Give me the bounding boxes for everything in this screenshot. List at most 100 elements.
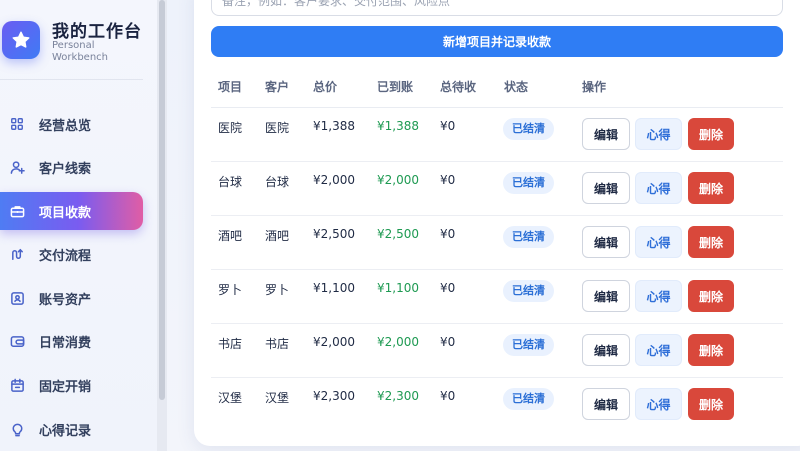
brand-subtitle: Personal Workbench — [52, 40, 108, 63]
add-project-button[interactable]: 新增项目并记录收款 — [211, 26, 783, 57]
table-header: 项目 客户 总价 已到账 总待收 状态 操作 — [211, 78, 783, 98]
client-name: 罗卜 — [265, 283, 290, 297]
sidebar-item-delivery[interactable]: 交付流程 — [0, 235, 143, 273]
total-price: ¥2,000 — [313, 173, 355, 187]
column-header-actions: 操作 — [582, 80, 607, 94]
total-price: ¥2,300 — [313, 389, 355, 403]
table-row: 酒吧 酒吧 ¥2,500 ¥2,500 ¥0 已结清 编辑 心得 删除 — [211, 216, 783, 270]
project-name: 罗卜 — [218, 283, 243, 297]
pending-amount: ¥0 — [440, 389, 456, 403]
received-amount: ¥2,300 — [377, 389, 419, 403]
calendar-icon — [1, 378, 33, 393]
sidebar-item-notes[interactable]: 心得记录 — [0, 410, 143, 448]
status-badge: 已结清 — [503, 280, 554, 302]
sidebar-item-label: 经营总览 — [39, 118, 92, 134]
sidebar-item-label: 交付流程 — [39, 248, 92, 264]
project-name: 医院 — [218, 121, 243, 135]
column-header-pending: 总待收 — [440, 80, 477, 94]
status-badge: 已结清 — [503, 226, 554, 248]
pending-amount: ¥0 — [440, 227, 456, 241]
edit-button[interactable]: 编辑 — [582, 388, 630, 420]
column-header-client: 客户 — [265, 80, 290, 94]
table-row: 台球 台球 ¥2,000 ¥2,000 ¥0 已结清 编辑 心得 删除 — [211, 162, 783, 216]
note-input[interactable] — [211, 0, 783, 16]
notes-button[interactable]: 心得 — [635, 388, 682, 420]
table-row: 汉堡 汉堡 ¥2,300 ¥2,300 ¥0 已结清 编辑 心得 删除 — [211, 378, 783, 432]
table-row: 书店 书店 ¥2,000 ¥2,000 ¥0 已结清 编辑 心得 删除 — [211, 324, 783, 378]
wallet-icon — [1, 334, 33, 349]
project-name: 书店 — [218, 337, 243, 351]
star-logo-icon — [2, 21, 40, 59]
delete-button[interactable]: 删除 — [688, 334, 734, 366]
total-price: ¥2,500 — [313, 227, 355, 241]
project-name: 台球 — [218, 175, 243, 189]
sidebar-item-label: 项目收款 — [39, 205, 92, 221]
notes-button[interactable]: 心得 — [635, 118, 682, 150]
pending-amount: ¥0 — [440, 281, 456, 295]
client-name: 医院 — [265, 121, 290, 135]
edit-button[interactable]: 编辑 — [582, 280, 630, 312]
sidebar-item-label: 账号资产 — [39, 292, 92, 308]
client-name: 汉堡 — [265, 391, 290, 405]
sidebar-item-fixed-costs[interactable]: 固定开销 — [0, 366, 143, 404]
pending-amount: ¥0 — [440, 335, 456, 349]
divider — [0, 79, 143, 80]
column-header-received: 已到账 — [377, 80, 414, 94]
user-plus-icon — [1, 160, 33, 175]
brand: 我的工作台 Personal Workbench — [0, 15, 157, 65]
received-amount: ¥2,500 — [377, 227, 419, 241]
scrollbar-thumb[interactable] — [159, 0, 165, 400]
briefcase-icon — [1, 204, 33, 219]
sidebar-scrollbar[interactable] — [157, 0, 167, 451]
edit-button[interactable]: 编辑 — [582, 334, 630, 366]
delete-button[interactable]: 删除 — [688, 280, 734, 312]
notes-button[interactable]: 心得 — [635, 226, 682, 258]
notes-button[interactable]: 心得 — [635, 172, 682, 204]
received-amount: ¥1,388 — [377, 119, 419, 133]
lightbulb-icon — [1, 422, 33, 437]
total-price: ¥1,100 — [313, 281, 355, 295]
table-row: 罗卜 罗卜 ¥1,100 ¥1,100 ¥0 已结清 编辑 心得 删除 — [211, 270, 783, 324]
sidebar-item-daily-spending[interactable]: 日常消费 — [0, 322, 143, 360]
status-badge: 已结清 — [503, 172, 554, 194]
column-header-project: 项目 — [218, 80, 243, 94]
sidebar-item-label: 客户线索 — [39, 161, 92, 177]
client-name: 书店 — [265, 337, 290, 351]
edit-button[interactable]: 编辑 — [582, 226, 630, 258]
sidebar-item-leads[interactable]: 客户线索 — [0, 148, 143, 186]
pending-amount: ¥0 — [440, 119, 456, 133]
id-card-icon — [1, 291, 33, 306]
column-header-total: 总价 — [313, 80, 338, 94]
pending-amount: ¥0 — [440, 173, 456, 187]
total-price: ¥2,000 — [313, 335, 355, 349]
sidebar-item-label: 日常消费 — [39, 335, 92, 351]
received-amount: ¥1,100 — [377, 281, 419, 295]
received-amount: ¥2,000 — [377, 335, 419, 349]
status-badge: 已结清 — [503, 388, 554, 410]
notes-button[interactable]: 心得 — [635, 280, 682, 312]
column-header-status: 状态 — [504, 80, 529, 94]
sidebar-item-label: 固定开销 — [39, 379, 92, 395]
project-name: 酒吧 — [218, 229, 243, 243]
delete-button[interactable]: 删除 — [688, 172, 734, 204]
status-badge: 已结清 — [503, 118, 554, 140]
status-badge: 已结清 — [503, 334, 554, 356]
edit-button[interactable]: 编辑 — [582, 118, 630, 150]
delete-button[interactable]: 删除 — [688, 226, 734, 258]
sidebar-item-overview[interactable]: 经营总览 — [0, 105, 143, 143]
project-name: 汉堡 — [218, 391, 243, 405]
client-name: 台球 — [265, 175, 290, 189]
sidebar-item-projects[interactable]: 项目收款 — [0, 192, 143, 230]
sidebar: 我的工作台 Personal Workbench 经营总览 客户线索 项目收款 — [0, 0, 157, 451]
table-row: 医院 医院 ¥1,388 ¥1,388 ¥0 已结清 编辑 心得 删除 — [211, 108, 783, 162]
delete-button[interactable]: 删除 — [688, 388, 734, 420]
notes-button[interactable]: 心得 — [635, 334, 682, 366]
grid-icon — [1, 117, 33, 131]
received-amount: ¥2,000 — [377, 173, 419, 187]
sidebar-item-accounts[interactable]: 账号资产 — [0, 279, 143, 317]
edit-button[interactable]: 编辑 — [582, 172, 630, 204]
total-price: ¥1,388 — [313, 119, 355, 133]
brand-title: 我的工作台 — [52, 22, 142, 42]
delete-button[interactable]: 删除 — [688, 118, 734, 150]
flow-icon — [1, 247, 33, 262]
